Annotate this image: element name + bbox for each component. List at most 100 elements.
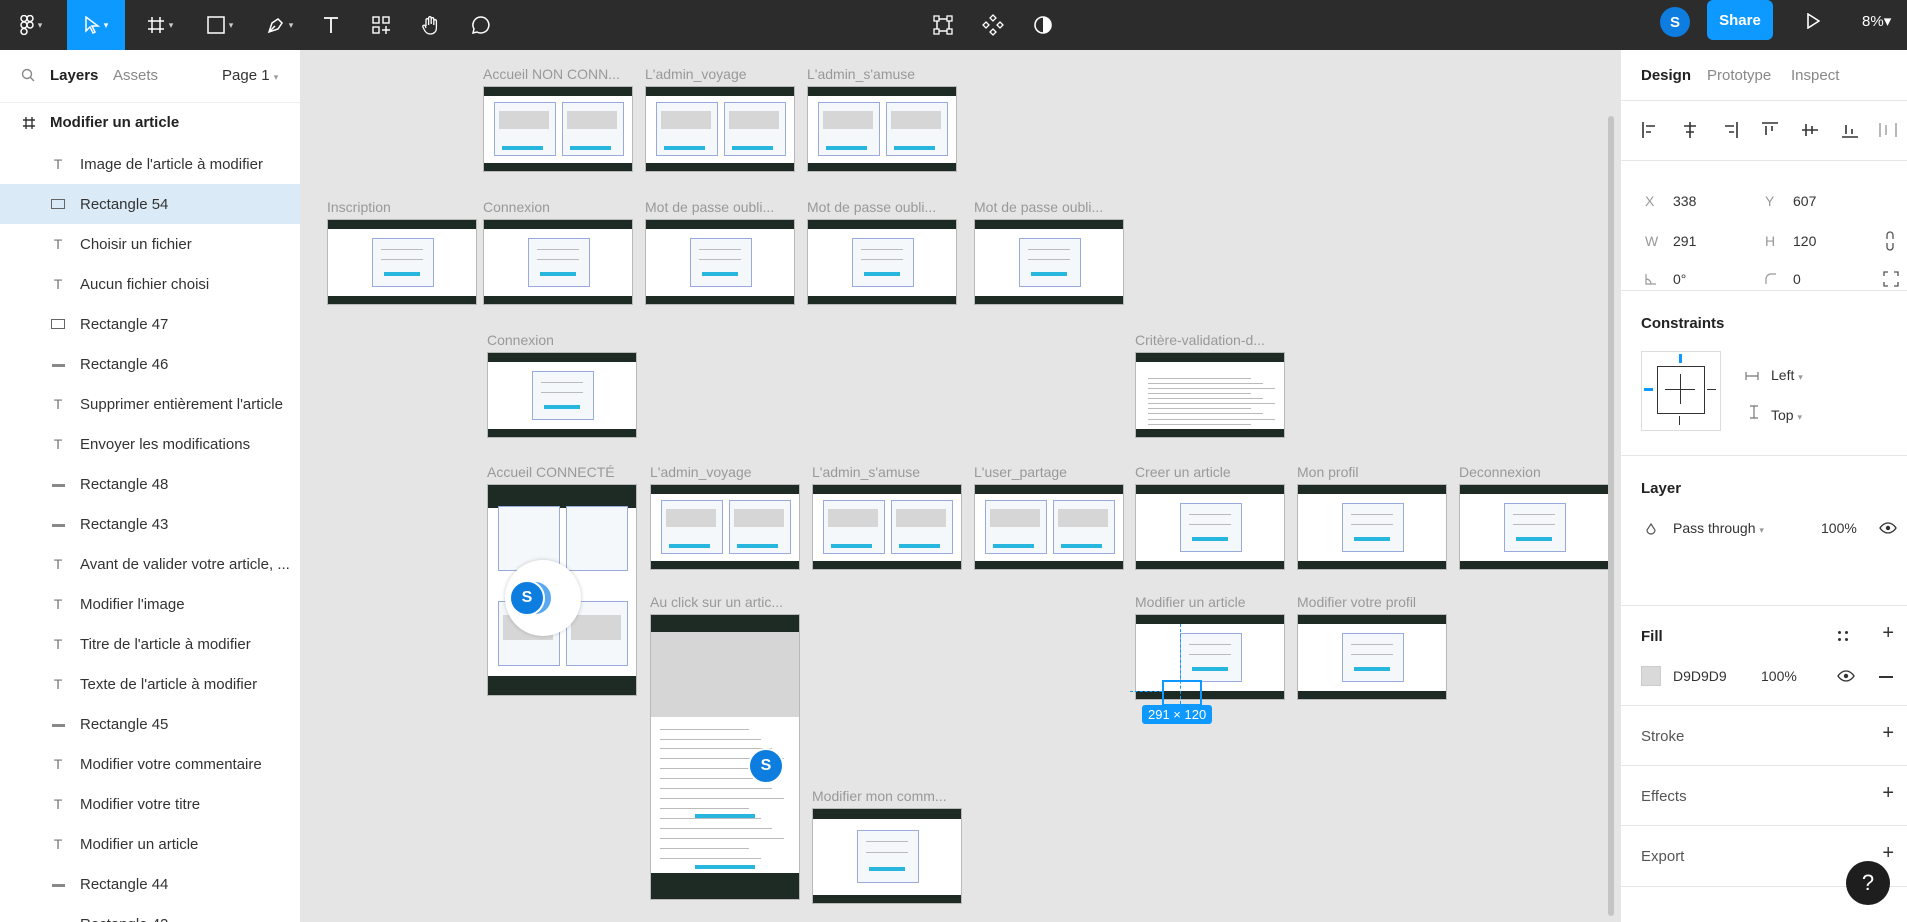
frame-label[interactable]: L'admin_s'amuse (812, 464, 960, 480)
frame-label[interactable]: Mon profil (1297, 464, 1445, 480)
fill-color-swatch[interactable] (1641, 666, 1661, 686)
align-top-icon[interactable] (1761, 121, 1779, 139)
align-vertical-center-icon[interactable] (1801, 121, 1819, 139)
frame-label[interactable]: Accueil NON CONN... (483, 66, 631, 82)
frame-thumbnail[interactable] (487, 352, 637, 438)
add-fill-icon[interactable]: + (1882, 622, 1894, 645)
frame-thumbnail[interactable] (1297, 614, 1447, 700)
y-input[interactable]: 607 (1793, 193, 1816, 209)
canvas-vertical-scrollbar[interactable] (1608, 116, 1614, 916)
horizontal-constraint-dropdown[interactable]: Left ▾ (1771, 367, 1803, 383)
tab-inspect[interactable]: Inspect (1791, 67, 1839, 84)
height-input[interactable]: 120 (1793, 233, 1816, 249)
remove-fill-icon[interactable] (1879, 676, 1893, 678)
vertical-constraint-dropdown[interactable]: Top ▾ (1771, 407, 1802, 423)
layer-row[interactable]: Rectangle 54 (0, 184, 300, 224)
present-button[interactable] (1796, 0, 1830, 42)
layer-row[interactable]: T Modifier un article (0, 824, 300, 864)
frame-thumbnail[interactable] (974, 219, 1124, 305)
hand-tool-button[interactable] (415, 0, 447, 50)
layer-row[interactable]: T Choisir un fichier (0, 224, 300, 264)
move-tool-button[interactable]: ▾ (67, 0, 125, 50)
frame-label[interactable]: Inscription (327, 199, 475, 215)
frame-label[interactable]: Modifier un article (1135, 594, 1283, 610)
pen-tool-button[interactable]: ▾ (257, 0, 303, 50)
frame-thumbnail[interactable] (807, 219, 957, 305)
layer-row[interactable]: Rectangle 47 (0, 304, 300, 344)
layer-row[interactable]: T Modifier votre titre (0, 784, 300, 824)
component-button[interactable] (978, 0, 1008, 50)
frame-thumbnail[interactable] (483, 219, 633, 305)
frame-label[interactable]: Mot de passe oubli... (645, 199, 793, 215)
help-button[interactable]: ? (1846, 861, 1890, 905)
frame-label[interactable]: L'admin_voyage (645, 66, 793, 82)
layer-row[interactable]: T Image de l'article à modifier (0, 144, 300, 184)
layer-row[interactable]: T Supprimer entièrement l'article (0, 384, 300, 424)
selected-rectangle[interactable] (1162, 680, 1202, 706)
width-input[interactable]: 291 (1673, 233, 1696, 249)
frame-label[interactable]: Connexion (487, 332, 635, 348)
corner-radius-input[interactable]: 0 (1793, 271, 1801, 287)
layer-row[interactable]: T Envoyer les modifications (0, 424, 300, 464)
frame-label[interactable]: Modifier mon comm... (812, 788, 960, 804)
layer-row[interactable]: T Modifier votre commentaire (0, 744, 300, 784)
layer-row[interactable]: T Aucun fichier choisi (0, 264, 300, 304)
layer-row[interactable]: T Texte de l'article à modifier (0, 664, 300, 704)
tab-layers[interactable]: Layers (50, 67, 98, 84)
layer-row[interactable]: Rectangle 48 (0, 464, 300, 504)
frame-label[interactable]: Critère-validation-d... (1135, 332, 1283, 348)
frame-thumbnail[interactable] (1135, 484, 1285, 570)
layer-row[interactable]: Rectangle 45 (0, 704, 300, 744)
text-tool-button[interactable] (315, 0, 347, 50)
frame-label[interactable]: Deconnexion (1459, 464, 1607, 480)
tab-design[interactable]: Design (1641, 67, 1691, 84)
main-menu-button[interactable]: ▾ (8, 0, 54, 50)
layer-row[interactable]: Rectangle 43 (0, 504, 300, 544)
frame-thumbnail[interactable] (974, 484, 1124, 570)
frame-label[interactable]: L'admin_s'amuse (807, 66, 955, 82)
tab-prototype[interactable]: Prototype (1707, 67, 1771, 84)
constraints-widget[interactable] (1641, 351, 1721, 431)
layer-row[interactable]: T Modifier l'image (0, 584, 300, 624)
layer-row[interactable]: T Avant de valider votre article, ... (0, 544, 300, 584)
add-export-icon[interactable]: + (1882, 842, 1894, 865)
align-horizontal-center-icon[interactable] (1681, 121, 1699, 139)
mask-button[interactable] (1028, 0, 1058, 50)
frame-thumbnail[interactable] (650, 484, 800, 570)
frame-thumbnail[interactable] (807, 86, 957, 172)
comment-tool-button[interactable] (465, 0, 497, 50)
frame-label[interactable]: Modifier votre profil (1297, 594, 1445, 610)
frame-label[interactable]: L'admin_voyage (650, 464, 798, 480)
canvas[interactable]: Accueil NON CONN... L'admin_voyage L'admin… (301, 50, 1619, 922)
styles-grid-icon[interactable] (1837, 630, 1849, 642)
search-icon[interactable] (21, 68, 35, 82)
frame-label[interactable]: Creer un article (1135, 464, 1283, 480)
frame-tool-button[interactable]: ▾ (137, 0, 183, 50)
frame-thumbnail[interactable] (645, 219, 795, 305)
frame-thumbnail[interactable] (812, 808, 962, 904)
layer-row[interactable]: T Titre de l'article à modifier (0, 624, 300, 664)
align-left-icon[interactable] (1641, 121, 1659, 139)
frame-thumbnail[interactable] (327, 219, 477, 305)
layer-opacity-input[interactable]: 100% (1821, 520, 1857, 536)
layer-row[interactable]: Rectangle 46 (0, 344, 300, 384)
layer-row[interactable]: Rectangle 42 (0, 904, 300, 922)
frame-thumbnail[interactable] (645, 86, 795, 172)
independent-corners-icon[interactable] (1883, 271, 1899, 287)
align-right-icon[interactable] (1721, 121, 1739, 139)
frame-label[interactable]: Au click sur un artic... (650, 594, 798, 610)
layer-frame-modifier-un-article[interactable]: Modifier un article (0, 102, 300, 145)
frame-thumbnail[interactable] (1459, 484, 1609, 570)
layer-row[interactable]: Rectangle 44 (0, 864, 300, 904)
eye-icon[interactable] (1879, 522, 1897, 534)
x-input[interactable]: 338 (1673, 193, 1696, 209)
resources-button[interactable] (365, 0, 397, 50)
add-stroke-icon[interactable]: + (1882, 722, 1894, 745)
fill-hex-input[interactable]: D9D9D9 (1673, 668, 1727, 684)
shape-tool-button[interactable]: ▾ (197, 0, 243, 50)
frame-label[interactable]: L'user_partage (974, 464, 1122, 480)
transform-button[interactable] (928, 0, 958, 50)
fill-opacity-input[interactable]: 100% (1761, 668, 1797, 684)
frame-thumbnail[interactable] (1135, 614, 1285, 700)
frame-thumbnail[interactable] (1297, 484, 1447, 570)
